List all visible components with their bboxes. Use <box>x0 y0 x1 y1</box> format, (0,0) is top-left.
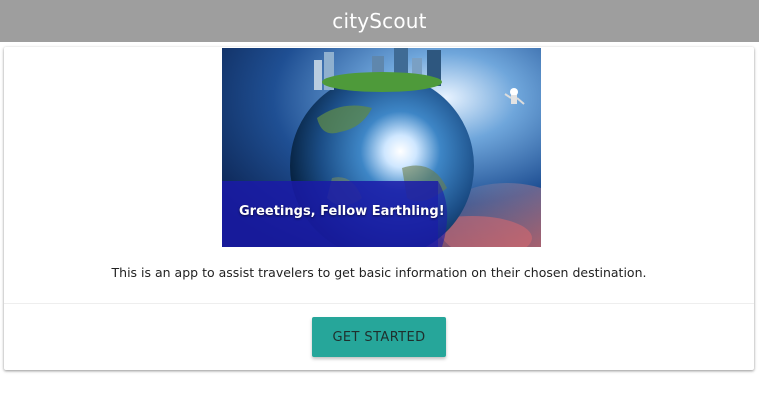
card-description: This is an app to assist travelers to ge… <box>111 265 647 280</box>
card-action-divider <box>4 303 754 304</box>
get-started-button[interactable]: GET STARTED <box>312 317 446 357</box>
card-image: Greetings, Fellow Earthling! <box>222 48 541 247</box>
navbar: cityScout <box>0 0 759 42</box>
brand-logo[interactable]: cityScout <box>332 9 426 33</box>
image-caption: Greetings, Fellow Earthling! <box>239 204 445 219</box>
welcome-card: Greetings, Fellow Earthling! This is an … <box>4 47 754 370</box>
